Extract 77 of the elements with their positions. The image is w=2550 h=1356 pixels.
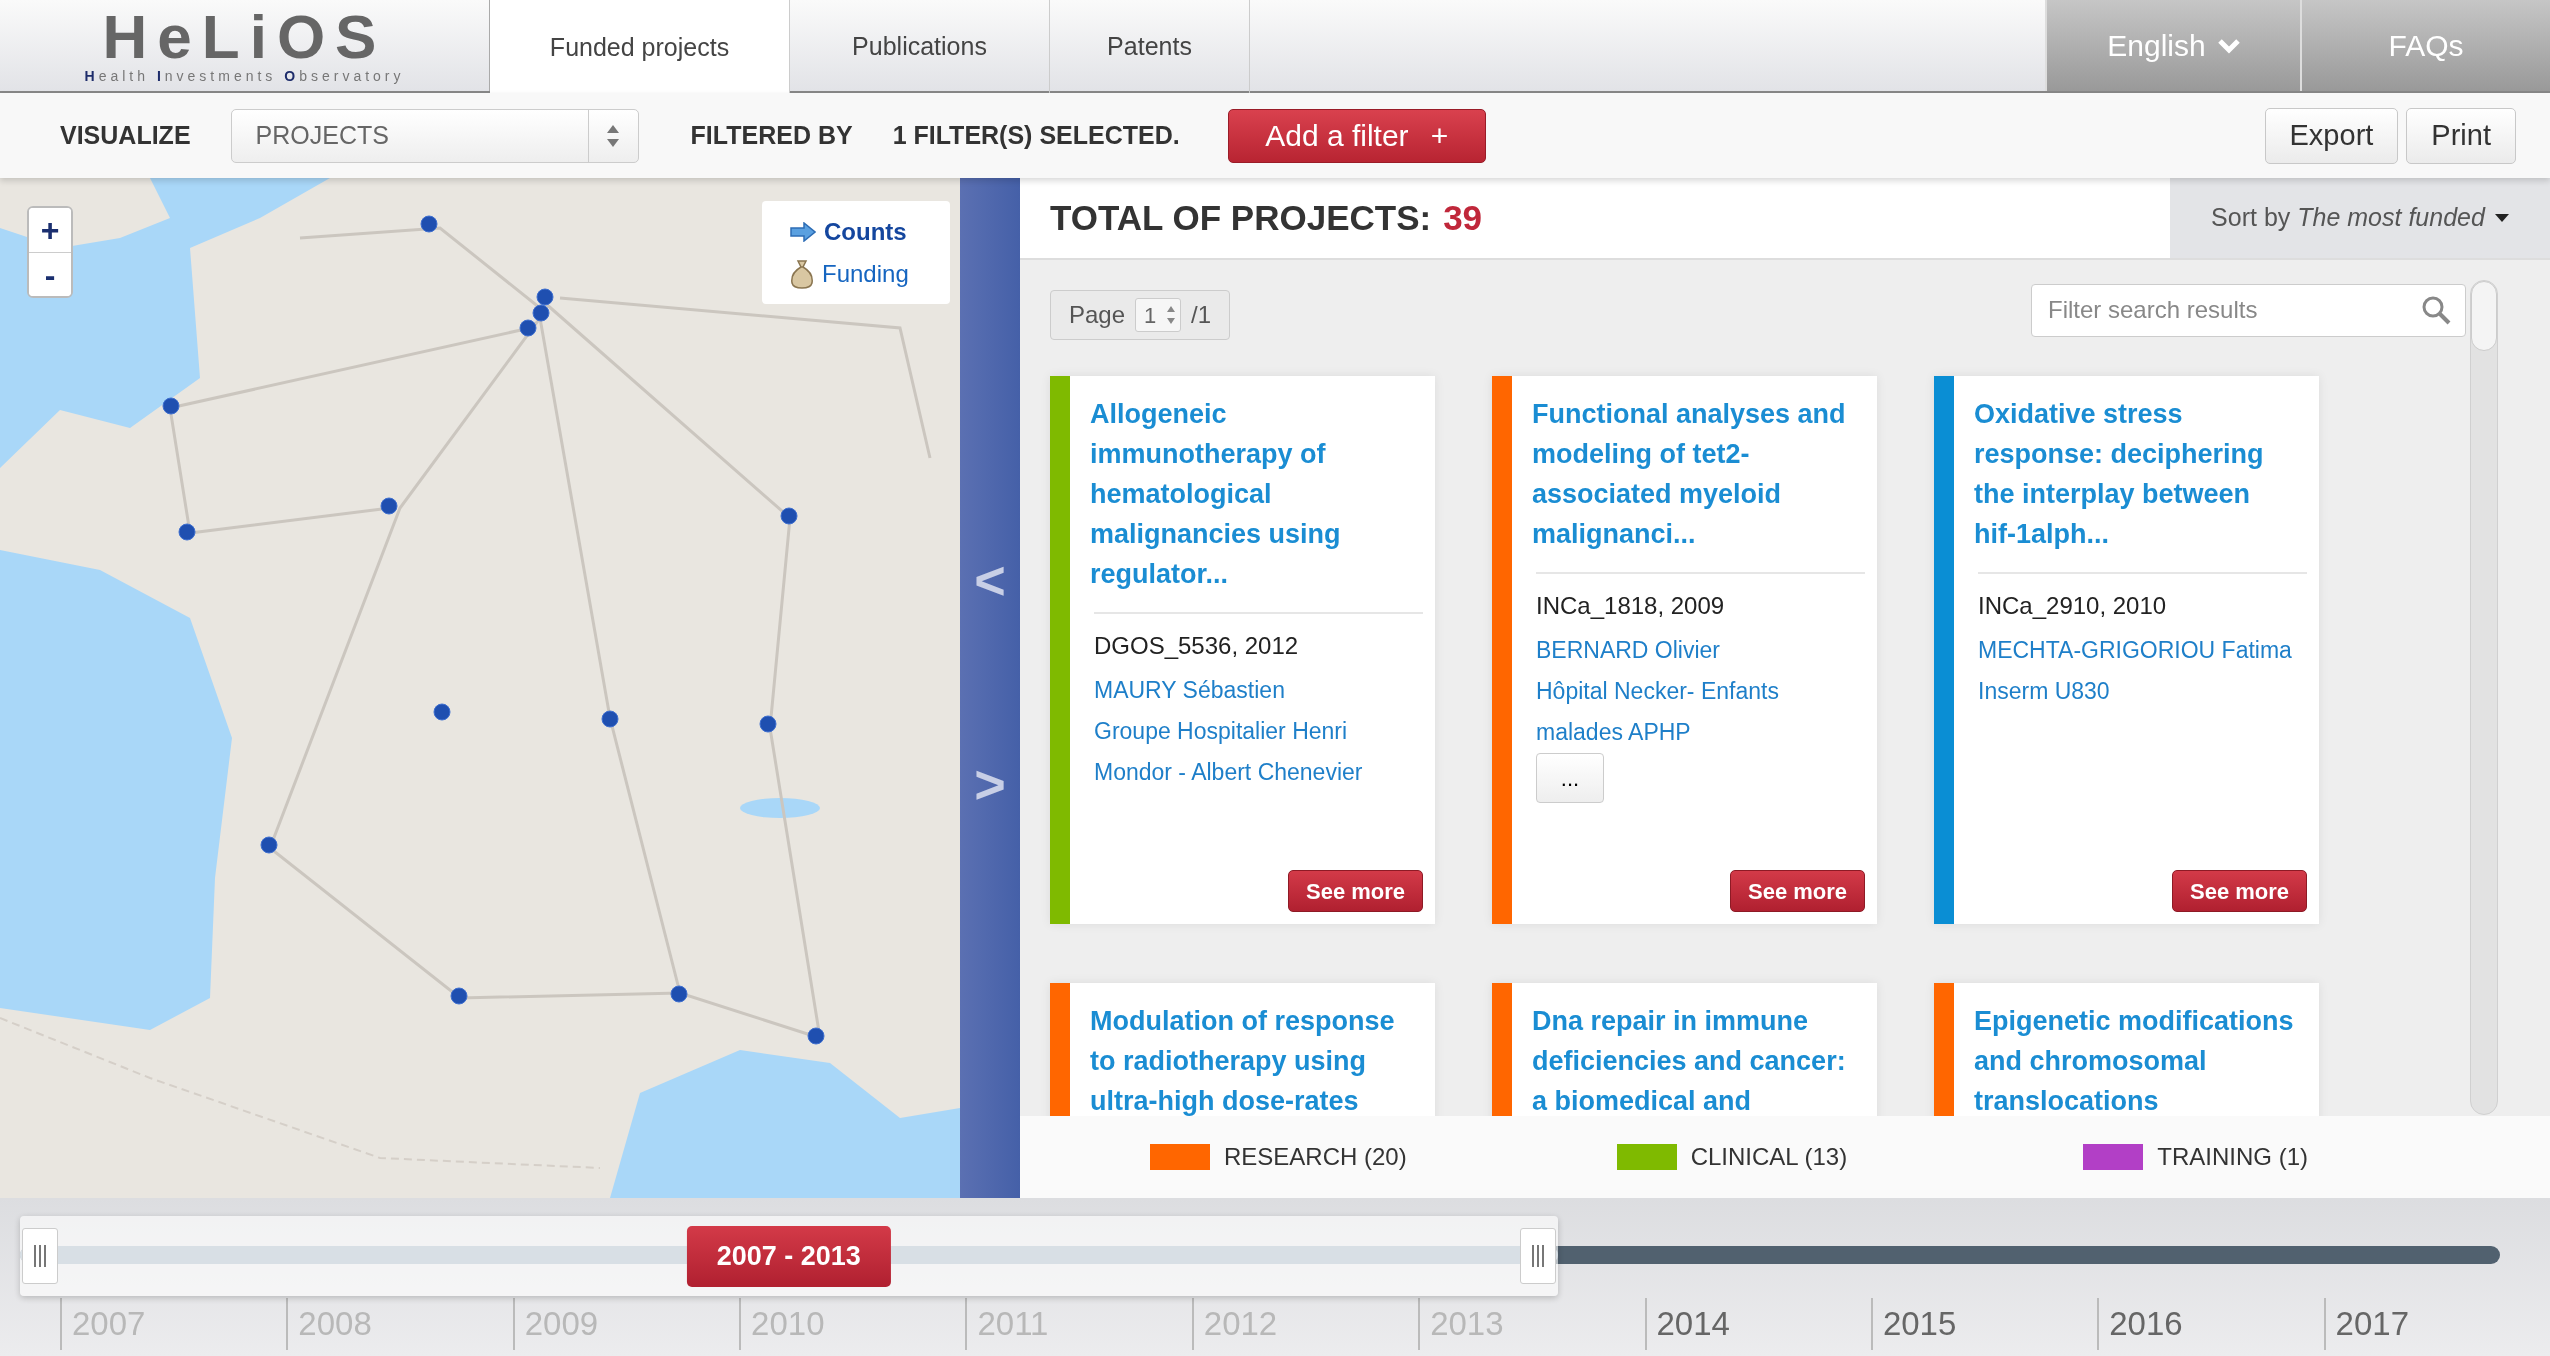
grip-icon	[31, 1243, 49, 1269]
spinner-icon	[1166, 305, 1177, 325]
map-marker[interactable]	[759, 715, 777, 733]
logo-text: HeLiOS	[102, 6, 387, 69]
page-label: Page	[1069, 300, 1126, 330]
arrow-icon	[790, 221, 816, 242]
map-marker[interactable]	[532, 304, 550, 322]
map-marker[interactable]	[536, 288, 554, 306]
project-code: INCa_1818, 2009	[1536, 591, 1726, 621]
more-button[interactable]: ...	[1536, 753, 1604, 803]
year-label: 2017	[2323, 1298, 2550, 1350]
map-marker[interactable]	[807, 1027, 825, 1045]
project-title[interactable]: Functional analyses and modeling of tet2- associated myeloid malignanci...	[1532, 394, 1865, 554]
sort-dropdown[interactable]: Sort by The most funded	[2170, 178, 2550, 258]
range-window[interactable]: 2007 - 2013	[20, 1216, 1558, 1296]
up-down-icon	[606, 123, 621, 148]
map-marker[interactable]	[178, 523, 196, 541]
see-more-button[interactable]: See more	[2172, 870, 2307, 912]
money-bag-icon	[790, 258, 814, 289]
range-label: 2007 - 2013	[686, 1226, 891, 1287]
map-marker[interactable]	[380, 497, 398, 515]
project-title[interactable]: Oxidative stress response: deciphering the interplay between hif-1alph...	[1974, 394, 2307, 554]
scrollbar-thumb[interactable]	[2471, 281, 2497, 351]
range-handle[interactable]	[22, 1228, 58, 1284]
search-input[interactable]: Filter search results	[2046, 291, 2421, 329]
caret-down-icon	[2494, 214, 2509, 222]
scrollbar-track[interactable]	[2470, 280, 2498, 1115]
layer-toggle[interactable]: Counts	[790, 213, 950, 250]
search-icon	[2421, 295, 2451, 325]
project-person-link[interactable]: MAURY Sébastien	[1094, 670, 1423, 711]
project-person-link[interactable]: Groupe Hospitalier Henri Mondor - Albert Chenevier	[1094, 711, 1423, 793]
toolbar-button[interactable]: Print	[2406, 107, 2516, 164]
map-marker[interactable]	[601, 710, 619, 728]
map-marker[interactable]	[780, 507, 798, 525]
map-marker[interactable]	[260, 836, 278, 854]
total-count: 39	[1443, 196, 1483, 239]
nav-tab[interactable]: Funded projects	[490, 0, 790, 95]
see-more-button[interactable]: See more	[1730, 870, 1865, 912]
visualize-select[interactable]: PROJECTS	[230, 108, 639, 163]
legend-label: RESEARCH (20)	[1224, 1142, 1407, 1172]
project-title[interactable]: Allogeneic immunotherapy of hematological malignancies using regulator...	[1090, 394, 1423, 594]
expand-button[interactable]: >	[974, 757, 1006, 811]
layer-toggle[interactable]: Funding	[790, 255, 950, 292]
project-title[interactable]: Dna repair in immune deficiencies and cancer: a biomedical and	[1532, 1001, 1865, 1116]
search-field[interactable]: Filter search results	[2031, 283, 2466, 337]
project-person-link[interactable]: Hôpital Necker- Enfants malades APHP	[1536, 671, 1865, 753]
project-title[interactable]: Modulation of response to radiotherapy using ultra-high dose-rates	[1090, 1001, 1423, 1116]
toolbar-button[interactable]: Export	[2264, 107, 2399, 164]
map-marker[interactable]	[433, 703, 451, 721]
chevron-down-icon	[2217, 37, 2240, 54]
project-code: DGOS_5536, 2012	[1094, 631, 1300, 661]
map-marker[interactable]	[162, 397, 180, 415]
range-handle[interactable]	[1519, 1228, 1556, 1284]
project-person-link[interactable]: MECHTA-GRIGORIOU Fatima	[1978, 630, 2307, 671]
legend-label: TRAINING (1)	[2157, 1142, 2308, 1172]
year-label: 2014	[1644, 1298, 1871, 1350]
see-more-button[interactable]: See more	[1288, 870, 1423, 912]
project-person-link[interactable]: Inserm U830	[1978, 671, 2307, 712]
project-title[interactable]: Epigenetic modifications and chromosomal translocations	[1974, 1001, 2307, 1116]
add-filter-button[interactable]: Add a filter +	[1227, 108, 1486, 163]
year-label: 2015	[1870, 1298, 2098, 1350]
collapse-button[interactable]: <	[974, 553, 1006, 607]
project-person-link[interactable]: BERNARD Olivier	[1536, 630, 1865, 671]
filter-status: 1 FILTER(S) SELECTED.	[892, 119, 1180, 151]
map-marker[interactable]	[420, 215, 438, 233]
page-input[interactable]: 1	[1135, 298, 1182, 332]
map-marker[interactable]	[450, 987, 468, 1005]
project-code: INCa_2910, 2010	[1978, 591, 2168, 621]
map-marker[interactable]	[670, 985, 688, 1003]
legend-label: CLINICAL (13)	[1690, 1142, 1848, 1172]
year-label: 2016	[2097, 1298, 2324, 1350]
zoom-out-button[interactable]: -	[29, 252, 71, 296]
page-total: /1	[1191, 300, 1212, 330]
filtered-label: FILTERED BY	[690, 119, 853, 151]
total-label: TOTAL OF PROJECTS:	[1050, 196, 1432, 239]
visualize-label: VISUALIZE	[60, 119, 191, 151]
map-marker[interactable]	[519, 319, 537, 337]
